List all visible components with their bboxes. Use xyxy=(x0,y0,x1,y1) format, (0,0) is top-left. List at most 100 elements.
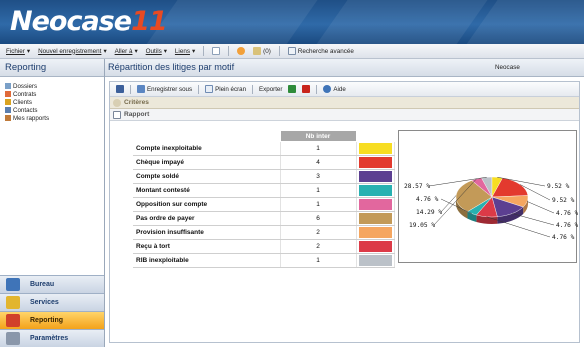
color-swatch xyxy=(356,211,395,226)
fullscreen-button[interactable]: Plein écran xyxy=(205,85,246,93)
menu-nouvel-enregistrement[interactable]: Nouvel enregistrement ▾ xyxy=(38,48,107,55)
table-header-row: Nb inter xyxy=(133,130,394,142)
menu-liens[interactable]: Liens ▾ xyxy=(175,48,195,55)
services-icon xyxy=(6,296,20,309)
table-row: Compte soldé 3 xyxy=(133,169,395,184)
pie-leader-line xyxy=(512,213,555,226)
table-row: Opposition sur compte 1 xyxy=(133,197,395,212)
nav-button-services[interactable]: Services xyxy=(0,293,104,311)
pie-leader-line xyxy=(486,216,551,238)
app-logo: Neocase11 xyxy=(10,6,168,37)
toolbar-separator xyxy=(252,84,254,94)
pie-label: 4.76 % xyxy=(556,222,578,229)
menu-separator xyxy=(278,46,280,56)
color-swatch xyxy=(356,253,395,268)
table-row: Provision insuffisante 2 xyxy=(133,225,395,240)
left-pane: Reporting Dossiers Contrats Clients Cont… xyxy=(0,59,105,347)
row-count: 2 xyxy=(280,225,357,240)
contacts-icon xyxy=(5,107,11,113)
tree-item-mes-rapports[interactable]: Mes rapports xyxy=(5,114,104,122)
document-icon xyxy=(113,110,121,119)
new-page-icon[interactable] xyxy=(212,47,221,55)
report-toolbar: Enregistrer sous Plein écran Exporter Ai… xyxy=(110,82,579,97)
row-label: Pas ordre de payer xyxy=(133,211,281,226)
row-label: Provision insuffisante xyxy=(133,225,281,240)
bookmark-icon xyxy=(253,47,262,55)
tree-item-contacts[interactable]: Contacts xyxy=(5,106,104,114)
table-row: Chèque impayé 4 xyxy=(133,155,395,170)
pie-chart-svg: 28.57 % 9.52 % 9.52 % 4.76 % 4.76 % 4.76 % 4.7… xyxy=(404,176,578,241)
desk-icon xyxy=(6,278,20,291)
favorites-icon[interactable] xyxy=(237,47,246,55)
table-row: RIB inexploitable 1 xyxy=(133,253,395,268)
clients-icon xyxy=(5,99,11,105)
pie-label: 19.05 % xyxy=(409,222,435,229)
reporting-icon xyxy=(6,314,20,327)
nav-button-parametres[interactable]: Paramètres xyxy=(0,329,104,347)
pie-label: 14.29 % xyxy=(416,209,442,216)
row-count: 1 xyxy=(280,197,357,212)
menu-outils[interactable]: Outils ▾ xyxy=(146,48,167,55)
pie-label: 4.76 % xyxy=(416,196,439,203)
navigation-tree: Dossiers Contrats Clients Contacts Mes r… xyxy=(0,77,104,122)
nav-button-bureau[interactable]: Bureau xyxy=(0,275,104,293)
tree-item-dossiers[interactable]: Dossiers xyxy=(5,82,104,90)
reports-icon xyxy=(5,115,11,121)
save-icon[interactable] xyxy=(116,85,124,93)
color-swatch xyxy=(356,155,395,170)
main-panel: Répartition des litiges par motif Neocas… xyxy=(105,59,584,347)
color-swatch xyxy=(356,141,395,156)
menu-fichier[interactable]: Fichier ▾ xyxy=(6,48,30,55)
export-button[interactable]: Exporter xyxy=(259,86,282,93)
row-count: 2 xyxy=(280,239,357,254)
menu-separator xyxy=(203,46,205,56)
color-swatch xyxy=(356,169,395,184)
row-count: 6 xyxy=(280,211,357,226)
report-section-header[interactable]: Rapport xyxy=(110,109,579,121)
pie-label: 28.57 % xyxy=(404,183,430,190)
row-label: Reçu à tort xyxy=(133,239,281,254)
excel-icon[interactable] xyxy=(288,85,297,93)
settings-icon xyxy=(6,332,20,345)
pie-label: 4.76 % xyxy=(552,234,575,241)
toolbar-separator xyxy=(316,84,318,94)
advanced-search-link[interactable]: Recherche avancée xyxy=(287,47,354,55)
row-count: 1 xyxy=(280,183,357,198)
table-header-blank xyxy=(133,130,280,142)
pie-chart: 28.57 % 9.52 % 9.52 % 4.76 % 4.76 % 4.76 % 4.7… xyxy=(398,130,578,263)
toolbar-separator xyxy=(198,84,200,94)
menu-bar: Fichier ▾ Nouvel enregistrement ▾ Aller à ▾… xyxy=(0,44,584,59)
brand-label: Neocase xyxy=(495,64,520,71)
color-swatch xyxy=(356,197,395,212)
save-as-button[interactable]: Enregistrer sous xyxy=(137,85,192,93)
color-swatch xyxy=(356,225,395,240)
table-header-blank xyxy=(356,130,394,142)
app-header: Neocase11 xyxy=(0,0,584,44)
tree-item-clients[interactable]: Clients xyxy=(5,98,104,106)
row-count: 1 xyxy=(280,141,357,156)
contract-icon xyxy=(5,91,11,97)
help-button[interactable]: Aide xyxy=(323,85,346,93)
color-swatch xyxy=(356,239,395,254)
pdf-icon[interactable] xyxy=(302,85,311,93)
criteria-section-header[interactable]: Critères xyxy=(110,97,579,109)
pie-leader-line xyxy=(526,201,555,214)
pie-label: 4.76 % xyxy=(556,210,578,217)
table-row: Compte inexploitable 1 xyxy=(133,141,395,156)
pie-label: 9.52 % xyxy=(547,183,570,190)
row-label: Montant contesté xyxy=(133,183,281,198)
color-swatch xyxy=(356,183,395,198)
page-title: Répartition des litiges par motif xyxy=(108,62,235,72)
nav-button-reporting[interactable]: Reporting xyxy=(0,311,104,329)
expand-icon xyxy=(113,98,121,107)
row-label: RIB inexploitable xyxy=(133,253,281,268)
favorites-button[interactable]: (0) xyxy=(253,47,271,55)
table-row: Montant contesté 1 xyxy=(133,183,395,198)
tree-item-contrats[interactable]: Contrats xyxy=(5,90,104,98)
toolbar-separator xyxy=(130,84,131,94)
row-label: Opposition sur compte xyxy=(133,197,281,212)
menu-aller-a[interactable]: Aller à ▾ xyxy=(115,48,138,55)
report-header: Répartition des litiges par motif Neocas… xyxy=(105,59,584,77)
column-header-nb-inter: Nb inter xyxy=(279,130,357,142)
menu-separator xyxy=(228,46,230,56)
